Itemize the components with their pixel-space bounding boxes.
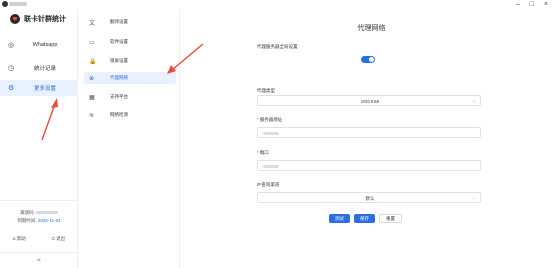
sidebar-item-label: 统计记录 (33, 66, 56, 72)
app-logo-icon (10, 14, 20, 24)
app-title: 联卡针群统计 (24, 16, 66, 23)
submenu-item-label: 锁屏设置 (110, 58, 128, 63)
window-title-redacted (9, 2, 27, 6)
logout-button[interactable]: ⏻ 退出 (51, 236, 65, 242)
submenu-item-proxy-network[interactable]: ⊕ 代理网络 (84, 72, 176, 84)
required-mark: * (257, 150, 259, 155)
submenu-item-label: 网络检测 (110, 112, 128, 117)
expire-time: 到期时间: 2025-11-04 (17, 218, 61, 223)
proxy-type-label: 代理类型 (257, 88, 275, 93)
server-address-input[interactable] (257, 127, 481, 138)
collapse-sidebar-button[interactable]: < (0, 258, 78, 264)
sidebar-item-label: 更多设置 (33, 86, 56, 92)
global-proxy-label: 代理服务器全局设置 (257, 44, 298, 49)
server-address-redacted (263, 131, 279, 135)
window-titlebar: – □ × (0, 0, 554, 10)
brand: 联卡针群统计 (10, 14, 66, 24)
action-buttons: 测试 保存 重置 (329, 214, 402, 223)
sidebar: 联卡针群统计 ◎ Whatsapp ◷ 统计记录 ⚙ 更多设置 邀请码: 到期时… (0, 10, 78, 268)
maximize-button[interactable]: □ (530, 0, 534, 10)
port-input[interactable] (257, 160, 481, 171)
help-button[interactable]: ⍝ 帮助 (13, 236, 26, 242)
invite-code: 邀请码: (0, 210, 78, 216)
chevron-down-icon: ⌄ (471, 98, 476, 104)
save-button[interactable]: 保存 (354, 214, 375, 223)
close-button[interactable]: × (544, 0, 548, 10)
submenu-item-label: 翻译设置 (110, 19, 128, 24)
invite-code-redacted (35, 211, 58, 215)
proxy-settings-panel: 代理网络 代理服务器全局设置 代理类型 SOCKS5 ⌄ *服务器地址 *端口 … (181, 10, 554, 268)
sidebar-item-label: Whatsapp (32, 42, 58, 48)
globe-icon: ⊕ (89, 75, 95, 82)
port-label: *端口 (257, 150, 269, 155)
ip-query-label: IP查询渠道 (257, 182, 280, 187)
submenu-item-software[interactable]: ▭ 软件设置 (84, 36, 176, 48)
test-button[interactable]: 测试 (329, 214, 350, 223)
submenu-item-label: 支持平台 (110, 94, 128, 99)
grid-icon: ▦ (89, 94, 95, 101)
ip-query-value: 默认 (365, 196, 375, 201)
page-title: 代理网络 (357, 25, 386, 32)
lock-icon: 🔒 (89, 58, 97, 65)
ip-query-select[interactable]: 默认 ⌄ (257, 192, 481, 203)
translate-icon: 文 (89, 20, 96, 27)
window-controls: – □ × (516, 0, 548, 10)
account-actions: ⍝ 帮助 ⏻ 退出 (0, 236, 78, 242)
server-address-label: *服务器地址 (257, 117, 283, 122)
chevron-down-icon: ⌄ (471, 195, 476, 201)
proxy-type-value: SOCKS5 (360, 99, 380, 104)
app-icon (2, 1, 8, 7)
submenu-item-label: 代理网络 (110, 75, 128, 80)
port-redacted (263, 164, 279, 168)
wifi-icon: ≋ (89, 112, 95, 119)
global-proxy-toggle[interactable] (361, 56, 375, 63)
sidebar-item-more-settings[interactable]: ⚙ 更多设置 (0, 80, 78, 96)
minimize-button[interactable]: – (516, 0, 520, 10)
sidebar-item-whatsapp[interactable]: ◎ Whatsapp (0, 37, 78, 53)
toggle-knob (369, 57, 374, 62)
submenu-item-label: 软件设置 (110, 39, 128, 44)
proxy-type-select[interactable]: SOCKS5 ⌄ (257, 95, 481, 106)
divider (0, 252, 78, 253)
submenu-item-platforms[interactable]: ▦ 支持平台 (84, 91, 176, 103)
submenu-item-network-check[interactable]: ≋ 网络检测 (84, 109, 176, 121)
reset-button[interactable]: 重置 (379, 214, 402, 223)
divider (0, 200, 78, 201)
submenu-item-translate[interactable]: 文 翻译设置 (84, 16, 176, 28)
required-mark: * (257, 117, 259, 122)
sidebar-item-stats[interactable]: ◷ 统计记录 (0, 60, 78, 76)
submenu-item-lock-screen[interactable]: 🔒 锁屏设置 (84, 55, 176, 67)
expire-date: 2025-11-04 (37, 218, 61, 223)
settings-submenu: 文 翻译设置 ▭ 软件设置 🔒 锁屏设置 ⊕ 代理网络 ▦ 支持平台 ≋ 网络检… (78, 10, 180, 268)
monitor-icon: ▭ (89, 39, 95, 46)
